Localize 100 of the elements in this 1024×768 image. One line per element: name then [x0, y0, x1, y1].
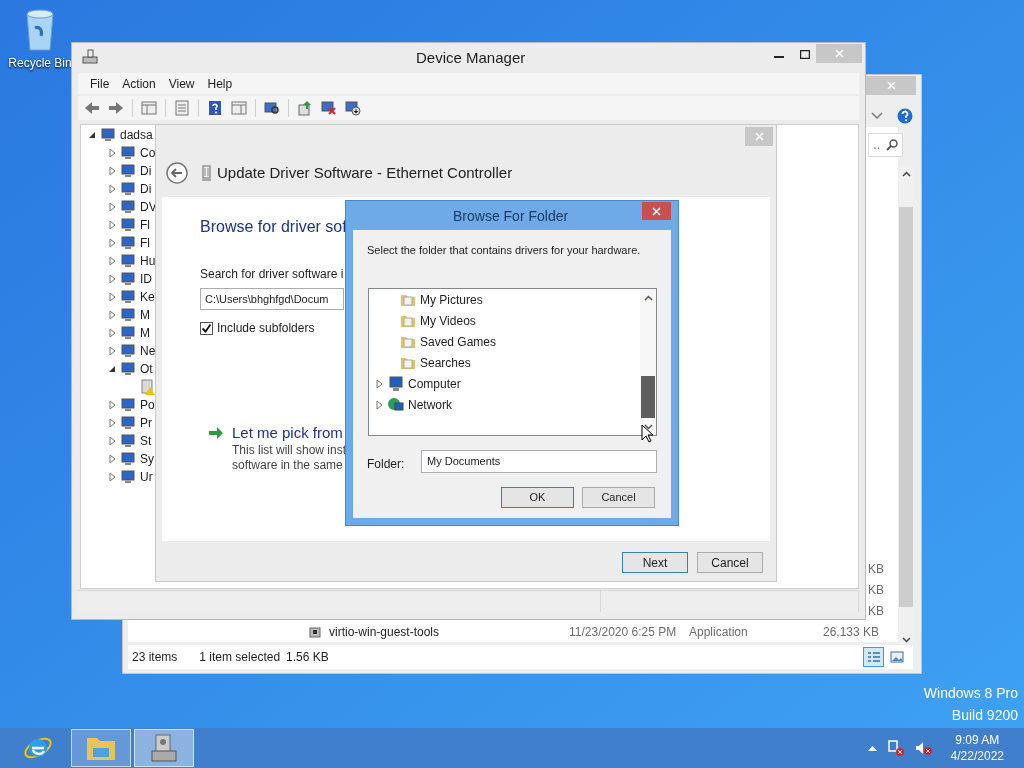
volume-icon[interactable]	[914, 740, 933, 756]
expand-arrow-icon[interactable]	[108, 292, 117, 302]
panel-icon[interactable]	[231, 100, 247, 116]
search-field[interactable]: ..	[868, 133, 903, 157]
menu-item[interactable]: File	[84, 74, 116, 93]
help-icon[interactable]	[207, 100, 223, 116]
tree-item[interactable]: My Pictures	[420, 290, 483, 309]
tree-item[interactable]: Pr	[140, 414, 152, 432]
next-button[interactable]: Next	[622, 552, 688, 573]
expand-arrow-icon[interactable]	[108, 328, 117, 338]
menu-item[interactable]: View	[162, 74, 201, 93]
expand-arrow-icon[interactable]	[108, 184, 117, 194]
tree-item[interactable]: St	[140, 432, 152, 450]
close-icon[interactable]	[652, 206, 661, 216]
expand-arrow-icon[interactable]	[108, 436, 117, 446]
tree-item[interactable]: Ke	[140, 288, 155, 306]
option-link[interactable]: Let me pick from	[232, 423, 347, 443]
menu-item[interactable]: Action	[116, 74, 162, 93]
scrollbar-thumb[interactable]	[899, 207, 913, 607]
tree-item[interactable]: Sy	[140, 450, 154, 468]
tree-item[interactable]: Ur	[140, 468, 153, 486]
expand-arrow-icon[interactable]	[108, 400, 117, 410]
expand-arrow-icon[interactable]	[375, 399, 384, 410]
chevron-icon[interactable]	[871, 112, 883, 120]
scroll-up-icon[interactable]	[901, 171, 911, 177]
tree-item[interactable]: Hu	[140, 252, 156, 270]
scroll-down-icon[interactable]	[901, 637, 911, 643]
cancel-button[interactable]: Cancel	[697, 552, 763, 573]
scroll-down-icon[interactable]	[643, 424, 653, 430]
computer-icon	[82, 49, 98, 65]
dialog-title: Browse For Folder	[453, 208, 569, 225]
help-icon[interactable]	[897, 108, 913, 124]
expand-arrow-icon[interactable]	[108, 238, 117, 248]
ok-button[interactable]: OK	[501, 487, 574, 508]
folder-field[interactable]: My Documents	[421, 450, 657, 473]
expand-arrow-icon[interactable]	[108, 274, 117, 284]
forward-arrow-icon[interactable]	[108, 100, 124, 116]
scan-icon[interactable]	[264, 100, 280, 116]
install-icon[interactable]	[345, 100, 361, 116]
checkbox-label[interactable]: Include subfolders	[217, 319, 315, 337]
device-icon	[120, 145, 136, 161]
checkbox[interactable]	[200, 321, 213, 335]
back-arrow-icon[interactable]	[84, 100, 100, 116]
expand-arrow-icon[interactable]	[108, 202, 117, 212]
arrow-icon[interactable]	[208, 426, 224, 440]
tree-item[interactable]: Po	[140, 396, 155, 414]
device-manager-icon[interactable]	[150, 733, 178, 763]
update-icon[interactable]	[297, 100, 313, 116]
cancel-button[interactable]: Cancel	[582, 487, 655, 508]
status-text: 1.56 KB	[286, 649, 329, 666]
tree-item[interactable]: My Videos	[420, 311, 476, 330]
expand-arrow-icon[interactable]	[108, 166, 117, 176]
expand-arrow-icon[interactable]	[108, 310, 117, 320]
tree-item[interactable]: Di	[140, 180, 152, 198]
expand-arrow-icon[interactable]	[375, 378, 384, 389]
device-icon	[120, 469, 136, 485]
tree-item[interactable]: Fl	[140, 234, 150, 252]
desktop-icon-label[interactable]: Recycle Bin	[8, 56, 72, 70]
tree-item[interactable]: Fl	[140, 216, 150, 234]
tree-item[interactable]: Di	[140, 162, 152, 180]
scrollbar[interactable]	[640, 289, 656, 435]
search-icon[interactable]	[886, 139, 898, 151]
tree-item[interactable]: Ne	[140, 342, 156, 360]
expand-arrow-icon[interactable]	[108, 346, 117, 356]
expand-arrow-icon[interactable]	[108, 418, 117, 428]
expand-arrow-icon[interactable]	[108, 220, 117, 230]
show-hidden-icons[interactable]	[867, 745, 877, 751]
network-icon[interactable]	[886, 740, 905, 756]
tree-item[interactable]: Searches	[420, 353, 471, 372]
scrollbar-thumb[interactable]	[641, 376, 655, 418]
table-cell: KB	[868, 583, 884, 597]
tree-item[interactable]: Network	[408, 395, 452, 414]
minimize-icon[interactable]	[774, 55, 784, 59]
tree-item[interactable]: M	[140, 306, 150, 324]
scroll-up-icon[interactable]	[643, 295, 653, 301]
remove-icon[interactable]	[321, 100, 337, 116]
tree-item[interactable]: Saved Games	[420, 332, 497, 351]
taskbar-button[interactable]	[71, 729, 131, 767]
tree-item[interactable]: ID	[140, 270, 152, 288]
device-icon	[120, 163, 136, 179]
panel-icon[interactable]	[141, 100, 157, 116]
table-cell-text: virtio-win-guest-tools	[329, 624, 441, 641]
tree-item[interactable]: Computer	[408, 374, 461, 393]
tree-item[interactable]: dadsa	[120, 126, 153, 144]
collapse-arrow-icon[interactable]	[88, 130, 97, 140]
tree-item[interactable]: Ot	[140, 360, 153, 378]
expand-arrow-icon[interactable]	[108, 256, 117, 266]
maximize-icon[interactable]	[800, 49, 810, 59]
path-field[interactable]: C:\Users\bhghfgd\Docum	[200, 288, 344, 310]
clock[interactable]: 9:09 AM 4/22/2022	[950, 732, 1004, 764]
back-button-icon[interactable]	[166, 162, 188, 184]
expand-arrow-icon[interactable]	[108, 472, 117, 482]
close-button[interactable]	[642, 202, 671, 220]
expand-arrow-icon[interactable]	[108, 454, 117, 464]
expand-arrow-icon[interactable]	[108, 148, 117, 158]
tree-item[interactable]: Co	[140, 144, 156, 162]
menu-item[interactable]: Help	[201, 74, 239, 93]
tree-item[interactable]: M	[140, 324, 150, 342]
collapse-arrow-icon[interactable]	[108, 364, 117, 374]
taskbar-button[interactable]	[134, 729, 194, 767]
